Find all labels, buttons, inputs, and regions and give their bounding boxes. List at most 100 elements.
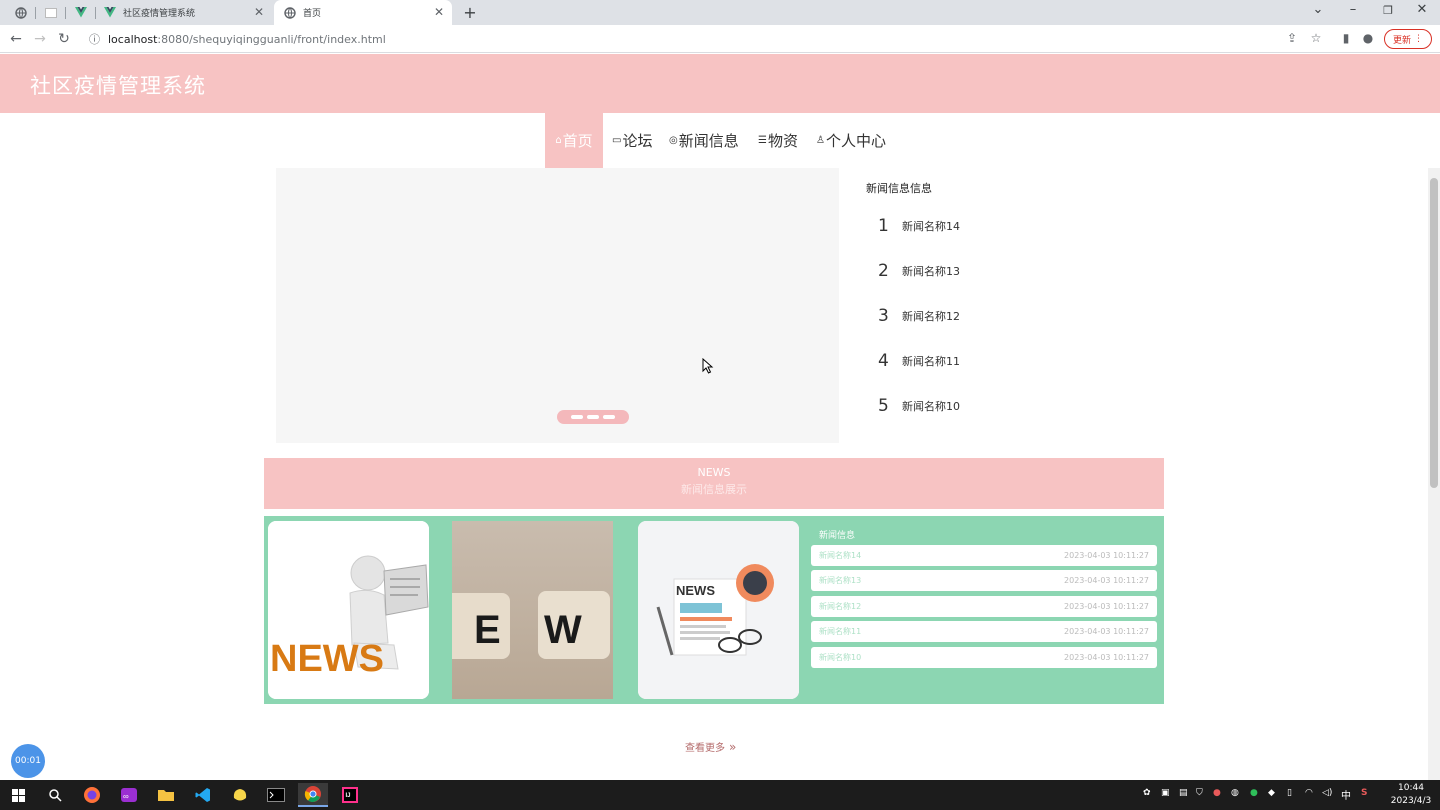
tray-icon[interactable]: ◆ [1268, 788, 1275, 798]
intellij-icon[interactable]: IJ [335, 783, 365, 807]
address-bar[interactable]: ⓘ localhost:8080/shequyiqingguanli/front… [80, 28, 1275, 50]
windows-start-icon[interactable] [3, 783, 33, 807]
restore-icon[interactable]: ❐ [1378, 4, 1398, 17]
profile-icon[interactable]: ● [1360, 31, 1376, 45]
scrollbar-thumb[interactable] [1430, 178, 1438, 488]
carousel[interactable] [276, 168, 839, 443]
globe-icon [283, 6, 297, 20]
back-arrow-icon[interactable]: ← [6, 29, 26, 49]
list-item[interactable]: 4 新闻名称11 [878, 349, 960, 373]
list-item[interactable]: 1 新闻名称14 [878, 214, 960, 238]
terminal-icon[interactable] [261, 783, 291, 807]
nav-label: 物资 [767, 132, 798, 150]
tab-community-system[interactable]: 社区疫情管理系统 ✕ [98, 0, 272, 25]
nav-item-forum[interactable]: ▭ 论坛 [612, 113, 652, 168]
tab-title: 社区疫情管理系统 [123, 9, 196, 19]
taskbar-clock[interactable]: 10:44 2023/4/3 [1386, 782, 1436, 808]
clock-date: 2023/4/3 [1390, 796, 1432, 806]
table-row[interactable]: 新闻名称11 2023-04-03 10:11:27 [811, 621, 1157, 642]
list-item[interactable]: 3 新闻名称12 [878, 304, 960, 328]
news-paper-image: NEWS [638, 521, 799, 699]
vscode-icon[interactable] [188, 783, 218, 807]
table-row[interactable]: 新闻名称12 2023-04-03 10:11:27 [811, 596, 1157, 617]
app-icon-yellow[interactable] [225, 783, 255, 807]
vue-icon [103, 6, 117, 20]
file-explorer-icon[interactable] [151, 783, 181, 807]
forward-arrow-icon[interactable]: → [30, 29, 50, 49]
page-scrollbar[interactable] [1428, 168, 1440, 780]
tray-icon[interactable]: ✿ [1143, 788, 1151, 798]
network-icon[interactable]: ◠ [1305, 788, 1313, 798]
site-title: 社区疫情管理系统 [30, 74, 206, 98]
chevron-down-icon[interactable]: ⌄ [1308, 2, 1328, 17]
share-icon[interactable]: ⇪ [1284, 31, 1300, 45]
location-icon: ◎ [669, 135, 678, 146]
browser-tab-bar: 社区疫情管理系统 ✕ 首页 ✕ + ⌄ – ❐ ✕ [0, 0, 1440, 25]
news-card[interactable]: NEWS [638, 521, 799, 699]
rank-name[interactable]: 新闻名称14 [902, 218, 960, 234]
news-row-name[interactable]: 新闻名称10 [819, 652, 861, 663]
rank-name[interactable]: 新闻名称13 [902, 263, 960, 279]
info-icon[interactable]: ⓘ [89, 31, 100, 47]
mouse-cursor-icon [702, 358, 714, 374]
news-row-name[interactable]: 新闻名称13 [819, 575, 861, 586]
recording-timer[interactable]: 00:01 [11, 744, 45, 778]
new-tab-button[interactable]: + [460, 3, 480, 22]
sidebar-icon[interactable]: ▮ [1338, 31, 1354, 45]
firefox-icon[interactable] [77, 783, 107, 807]
tray-icon[interactable]: ▣ [1161, 788, 1170, 798]
table-row[interactable]: 新闻名称10 2023-04-03 10:11:27 [811, 647, 1157, 668]
news-card[interactable]: E W [452, 521, 613, 699]
carousel-dot[interactable] [571, 415, 583, 419]
rank-name[interactable]: 新闻名称10 [902, 398, 960, 414]
ime-indicator[interactable]: 中 [1341, 787, 1351, 802]
close-window-icon[interactable]: ✕ [1412, 2, 1432, 17]
usb-icon[interactable]: ▯ [1287, 788, 1292, 798]
star-icon[interactable]: ☆ [1308, 31, 1324, 45]
pinned-tab-1[interactable] [8, 0, 34, 25]
nav-item-news[interactable]: ◎ 新闻信息 [669, 113, 739, 168]
rank-name[interactable]: 新闻名称12 [902, 308, 960, 324]
carousel-dot[interactable] [603, 415, 615, 419]
carousel-indicators[interactable] [557, 410, 629, 424]
news-row-name[interactable]: 新闻名称11 [819, 626, 861, 637]
table-row[interactable]: 新闻名称14 2023-04-03 10:11:27 [811, 545, 1157, 566]
wechat-icon[interactable]: ● [1250, 788, 1258, 798]
main-nav: ⌂ 首页 ▭ 论坛 ◎ 新闻信息 ☰ 物资 ♙ 个人中心 [0, 113, 1440, 168]
news-section-banner: NEWS 新闻信息展示 [264, 458, 1164, 509]
nav-label: 首页 [562, 132, 593, 150]
close-icon[interactable]: ✕ [254, 5, 264, 19]
list-item[interactable]: 2 新闻名称13 [878, 259, 960, 283]
search-icon[interactable] [40, 783, 70, 807]
nav-item-home[interactable]: ⌂ 首页 [545, 113, 603, 168]
news-row-name[interactable]: 新闻名称14 [819, 550, 861, 561]
rank-number: 5 [878, 396, 889, 416]
news-row-date: 2023-04-03 10:11:27 [1064, 602, 1149, 611]
tray-icon[interactable]: ▤ [1179, 788, 1188, 798]
sogou-icon[interactable]: S [1361, 788, 1367, 798]
list-item[interactable]: 5 新闻名称10 [878, 394, 960, 418]
view-more-link[interactable]: 查看更多 » [685, 739, 736, 754]
app-icon-purple[interactable]: ∞ [114, 783, 144, 807]
close-icon[interactable]: ✕ [434, 5, 444, 19]
volume-icon[interactable]: ◁) [1322, 788, 1332, 798]
shield-icon[interactable]: ⛉ [1196, 788, 1203, 798]
chrome-icon[interactable] [298, 783, 328, 807]
pinned-tab-2[interactable] [38, 0, 64, 25]
tab-home[interactable]: 首页 ✕ [274, 0, 452, 25]
nav-item-supplies[interactable]: ☰ 物资 [758, 113, 798, 168]
update-button[interactable]: 更新 ⋮ [1384, 29, 1432, 49]
table-row[interactable]: 新闻名称13 2023-04-03 10:11:27 [811, 570, 1157, 591]
nav-item-profile[interactable]: ♙ 个人中心 [816, 113, 886, 168]
rank-name[interactable]: 新闻名称11 [902, 353, 960, 369]
news-row-name[interactable]: 新闻名称12 [819, 601, 861, 612]
browser-toolbar: ← → ↻ ⓘ localhost:8080/shequyiqingguanli… [0, 25, 1440, 53]
carousel-dot[interactable] [587, 415, 599, 419]
tray-icon[interactable]: ◍ [1231, 788, 1239, 798]
reload-icon[interactable]: ↻ [54, 29, 74, 49]
blank-icon [44, 6, 58, 20]
tray-icon[interactable]: ● [1213, 788, 1221, 798]
pinned-tab-3[interactable] [68, 0, 94, 25]
news-card[interactable]: NEWS [268, 521, 429, 699]
minimize-icon[interactable]: – [1343, 2, 1363, 17]
